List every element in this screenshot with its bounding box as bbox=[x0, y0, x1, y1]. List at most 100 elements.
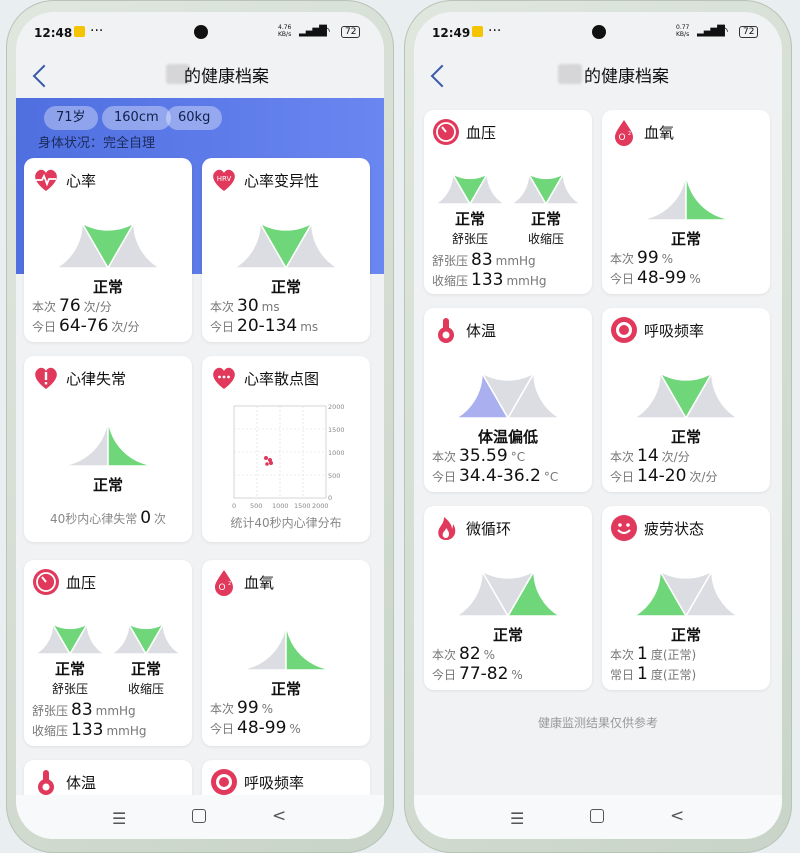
home-icon[interactable] bbox=[192, 809, 206, 823]
target-icon bbox=[611, 317, 637, 343]
wifi-icon: ◠ bbox=[718, 24, 729, 38]
card-title: 体温 bbox=[66, 774, 97, 792]
card-title: 呼吸频率 bbox=[244, 774, 305, 792]
diastolic-value: 舒张压 83 mmHg bbox=[32, 700, 136, 720]
home-icon[interactable] bbox=[590, 809, 604, 823]
metric-now: 本次 30 ms bbox=[210, 296, 280, 316]
status-label: 正常 bbox=[530, 210, 561, 228]
blood-pressure-card[interactable]: 血压 正常 正常 舒张压 收缩压 舒张压 83 mmHg 收缩压 133 mmHg bbox=[24, 560, 192, 746]
scatter-caption: 统计40秒内心律分布 bbox=[230, 516, 342, 530]
gauge-segment bbox=[55, 413, 109, 466]
scatter-point bbox=[264, 456, 268, 460]
tick-y: 2000 bbox=[328, 403, 345, 411]
page-title: 的健康档案 bbox=[584, 67, 669, 87]
disclaimer-footer: 健康监测结果仅供参考 bbox=[537, 716, 658, 730]
metric-now: 本次 14 次/分 bbox=[610, 446, 690, 466]
weight-chip: 60kg bbox=[166, 106, 223, 130]
age-chip: 71岁 bbox=[44, 106, 98, 130]
svg-text:O: O bbox=[218, 583, 225, 593]
status-bar: 12:48 ··· 4.76 KB/s ▂▄▆█ ◠ 72 bbox=[16, 12, 384, 52]
gauge-segment bbox=[233, 617, 287, 670]
gauge-right bbox=[233, 617, 339, 670]
back-arrow-icon[interactable] bbox=[430, 64, 454, 88]
menu-icon[interactable]: ☰ bbox=[510, 809, 524, 828]
phone-right: 12:49 ··· 0.77 KB/s ▂▄▆█ ◠ 72 的健康档案 血压 正… bbox=[404, 0, 792, 853]
diastolic-caption: 舒张压 bbox=[451, 232, 488, 246]
battery-indicator: 72 bbox=[739, 26, 759, 38]
metric-today: 今日 20-134 ms bbox=[210, 316, 319, 336]
gauge-meter-icon bbox=[33, 569, 59, 595]
tick-y: 500 bbox=[328, 472, 340, 480]
spo2-card[interactable]: O2 血氧 正常 本次 99% 今日 48-99% bbox=[602, 110, 770, 294]
systolic-caption: 收缩压 bbox=[127, 682, 164, 696]
temperature-card[interactable]: 体温 体温偏低 本次 35.59 °C 今日 34.4-36.2 °C bbox=[424, 308, 592, 492]
scatter-card[interactable]: 心率散点图 2000 1500 1000 500 0 0 500 1000 15… bbox=[202, 356, 370, 542]
metric-now: 本次 99% bbox=[610, 248, 674, 268]
metric-now: 本次 99% bbox=[210, 698, 274, 718]
card-title: 心率散点图 bbox=[244, 370, 320, 388]
scatter-point bbox=[265, 462, 269, 466]
status-time: 12:49 bbox=[432, 26, 471, 40]
screen-right: 12:49 ··· 0.77 KB/s ▂▄▆█ ◠ 72 的健康档案 血压 正… bbox=[414, 12, 782, 839]
blood-pressure-card[interactable]: 血压 正常 正常 舒张压 收缩压 舒张压 83 mmHg 收缩压 133 mmHg bbox=[424, 110, 592, 294]
body-condition: 身体状况：完全自理 bbox=[38, 136, 156, 151]
page-header: 的健康档案 bbox=[414, 56, 782, 96]
tick-x: 0 bbox=[232, 502, 236, 510]
card-title: 呼吸频率 bbox=[644, 322, 705, 340]
status-label: 正常 bbox=[92, 278, 123, 296]
status-label: 正常 bbox=[454, 210, 485, 228]
fatigue-card[interactable]: 疲劳状态 正常 本次 1 度(正常) 常日 1 度(正常) bbox=[602, 506, 770, 690]
status-label: 正常 bbox=[492, 626, 523, 644]
gauge-segment bbox=[633, 167, 687, 220]
gauge-center bbox=[233, 220, 339, 268]
metric-today: 常日 1 度(正常) bbox=[610, 664, 697, 684]
thermometer-icon bbox=[38, 770, 54, 795]
metric-today: 今日 77-82% bbox=[432, 664, 523, 684]
card-title: 疲劳状态 bbox=[644, 520, 705, 538]
spo2-card[interactable]: O2 血氧 正常 本次 99% 今日 48-99% bbox=[202, 560, 370, 746]
oxygen-drop-icon: O2 bbox=[215, 570, 233, 596]
gauge-center bbox=[633, 370, 739, 418]
card-title: 血压 bbox=[66, 574, 97, 592]
system-nav-bar: ☰ < bbox=[414, 795, 782, 839]
nav-back-icon[interactable]: < bbox=[670, 806, 684, 826]
card-title: 体温 bbox=[466, 322, 497, 340]
nav-back-icon[interactable]: < bbox=[272, 806, 286, 826]
back-arrow-icon[interactable] bbox=[32, 64, 56, 88]
metric-now: 本次 35.59 °C bbox=[432, 446, 526, 466]
more-notifications-icon: ··· bbox=[90, 23, 104, 39]
tick-x: 2000 bbox=[312, 502, 329, 510]
page-title: 的健康档案 bbox=[184, 67, 269, 87]
status-label: 正常 bbox=[670, 230, 701, 248]
gauge-right-partial bbox=[455, 568, 561, 616]
metric-today: 今日 48-99% bbox=[610, 268, 701, 288]
arrhythmia-card[interactable]: 心律失常 正常 40秒内心律失常 0 次 bbox=[24, 356, 192, 542]
heart-rate-card[interactable]: 心率 正常 本次 76 次/分 今日 64-76 次/分 bbox=[24, 158, 192, 342]
status-label: 正常 bbox=[670, 626, 701, 644]
status-label: 正常 bbox=[670, 428, 701, 446]
page-header: 的健康档案 bbox=[16, 56, 384, 96]
scatter-point bbox=[269, 461, 273, 465]
redacted-name bbox=[558, 64, 582, 84]
tick-y: 1500 bbox=[328, 426, 345, 434]
notification-app-icon bbox=[74, 26, 85, 37]
gauge-left-green bbox=[633, 568, 739, 616]
heart-alert-icon bbox=[35, 367, 57, 389]
tick-x: 1500 bbox=[294, 502, 311, 510]
notification-app-icon bbox=[472, 26, 483, 37]
metric-today: 今日 64-76 次/分 bbox=[32, 316, 140, 336]
microcirculation-card[interactable]: 微循环 正常 本次 82% 今日 77-82% bbox=[424, 506, 592, 690]
card-title: 心律失常 bbox=[66, 370, 127, 388]
thermometer-icon bbox=[438, 318, 454, 343]
respiration-card[interactable]: 呼吸频率 正常 本次 14 次/分 今日 14-20 次/分 bbox=[602, 308, 770, 492]
card-title: 血氧 bbox=[244, 574, 275, 592]
camera-cutout bbox=[592, 25, 606, 39]
network-speed: 4.76 KB/s bbox=[278, 24, 292, 38]
hrv-card[interactable]: HRV 心率变异性 正常 本次 30 ms 今日 20-134 ms bbox=[202, 158, 370, 342]
metric-today: 今日 48-99% bbox=[210, 718, 301, 738]
menu-icon[interactable]: ☰ bbox=[112, 809, 126, 828]
svg-text:HRV: HRV bbox=[217, 175, 232, 183]
card-title: 心率 bbox=[66, 172, 97, 190]
gauge-center-small bbox=[110, 620, 182, 654]
screen-left: 12:48 ··· 4.76 KB/s ▂▄▆█ ◠ 72 的健康档案 71岁 … bbox=[16, 12, 384, 839]
